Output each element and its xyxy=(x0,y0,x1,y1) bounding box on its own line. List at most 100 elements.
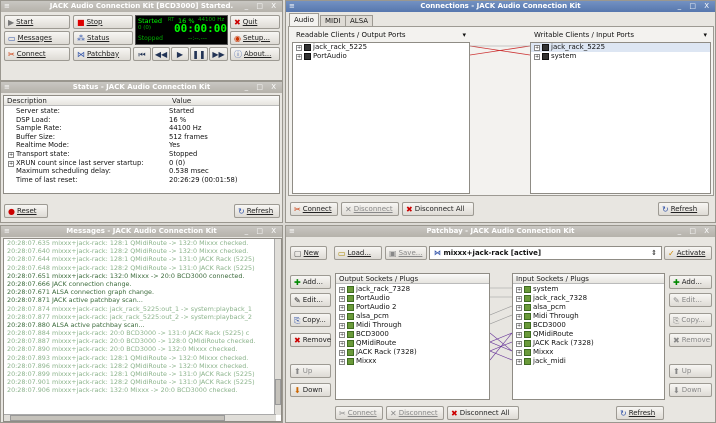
expand-icon[interactable]: + xyxy=(516,358,522,365)
expand-icon[interactable]: + xyxy=(516,304,522,311)
socket-item[interactable]: + JACK Rack (7328) xyxy=(339,348,489,357)
expand-icon[interactable]: + xyxy=(516,295,522,302)
output-sockets-header[interactable]: Output Sockets / Plugs xyxy=(336,274,489,284)
socket-item[interactable]: + Mixxx xyxy=(516,348,664,357)
socket-item[interactable]: + Mixxx xyxy=(339,357,489,366)
about-button[interactable]: ⓘ About... xyxy=(230,47,280,61)
status-row[interactable]: Sample Rate: 44100 Hz xyxy=(4,124,279,133)
in-up-button[interactable]: ⬆ Up xyxy=(669,364,712,378)
expand-icon[interactable]: + xyxy=(8,151,14,158)
pb-disconnect-all-button[interactable]: ✖ Disconnect All xyxy=(447,406,519,420)
window-controls[interactable]: _ □ X xyxy=(245,226,279,237)
socket-item[interactable]: + QMidiRoute xyxy=(339,339,489,348)
expand-icon[interactable]: + xyxy=(339,322,345,329)
status-row[interactable]: Maximum scheduling delay: 0.538 msec xyxy=(4,167,279,176)
conn-refresh-button[interactable]: ↻ Refresh xyxy=(658,202,709,216)
new-button[interactable]: ▢ New xyxy=(290,246,327,260)
socket-item[interactable]: + JACK Rack (7328) xyxy=(516,339,664,348)
status-refresh-button[interactable]: ↻ Refresh xyxy=(234,204,280,218)
status-row[interactable]: + Transport state: Stopped xyxy=(4,150,279,159)
pb-refresh-button[interactable]: ↻ Refresh xyxy=(616,406,664,420)
status-row[interactable]: Server state: Started xyxy=(4,107,279,116)
out-down-button[interactable]: ⬇ Down xyxy=(290,383,331,397)
connections-titlebar[interactable]: ≡ Connections - JACK Audio Connection Kit… xyxy=(286,1,715,12)
output-ports-list[interactable]: + jack_rack_5225 + PortAudio xyxy=(292,42,470,194)
socket-item[interactable]: + Midi Through xyxy=(339,321,489,330)
expand-icon[interactable]: + xyxy=(516,286,522,293)
window-menu-icon[interactable]: ≡ xyxy=(289,226,295,237)
socket-item[interactable]: + jack_rack_7328 xyxy=(516,294,664,303)
window-menu-icon[interactable]: ≡ xyxy=(4,82,10,93)
out-add-button[interactable]: ✚ Add... xyxy=(290,275,331,289)
status-titlebar[interactable]: ≡ Status - JACK Audio Connection Kit _ □ X xyxy=(1,82,282,93)
socket-item[interactable]: + PortAudio xyxy=(339,294,489,303)
tab-audio[interactable]: Audio xyxy=(289,13,319,26)
expand-icon[interactable]: + xyxy=(339,358,345,365)
pause-button[interactable]: ❚❚ xyxy=(190,47,208,61)
preset-combo[interactable]: ⋈ mixxx+jack-rack [active] ⇕ xyxy=(429,246,662,260)
output-client-item[interactable]: + jack_rack_5225 xyxy=(293,43,469,52)
load-button[interactable]: ▭ Load... xyxy=(334,246,382,260)
status-row[interactable]: + XRUN count since last server startup: 0 … xyxy=(4,159,279,168)
input-ports-list[interactable]: + jack_rack_5225 + system xyxy=(530,42,711,194)
status-row[interactable]: DSP Load: 16 % xyxy=(4,116,279,125)
socket-item[interactable]: + BCD3000 xyxy=(516,321,664,330)
expand-icon[interactable]: + xyxy=(516,322,522,329)
in-edit-button[interactable]: ✎ Edit... xyxy=(669,293,712,307)
readable-clients-combo[interactable]: Readable Clients / Output Ports ▾ xyxy=(292,29,470,41)
writable-clients-combo[interactable]: Writable Clients / Input Ports ▾ xyxy=(530,29,711,41)
input-client-item[interactable]: + jack_rack_5225 xyxy=(531,43,710,52)
socket-item[interactable]: + Midi Through xyxy=(516,312,664,321)
rewind-start-button[interactable]: ⏮ xyxy=(133,47,151,61)
rewind-button[interactable]: ◀◀ xyxy=(152,47,170,61)
out-edit-button[interactable]: ✎ Edit... xyxy=(290,293,331,307)
socket-item[interactable]: + PortAudio 2 xyxy=(339,303,489,312)
socket-item[interactable]: + BCD3000 xyxy=(339,330,489,339)
in-remove-button[interactable]: ✖ Remove xyxy=(669,333,712,347)
out-remove-button[interactable]: ✖ Remove xyxy=(290,333,331,347)
reset-button[interactable]: ● Reset xyxy=(4,204,48,218)
patchbay-button[interactable]: ⋈ Patchbay xyxy=(73,47,131,61)
status-button[interactable]: ⁂ Status xyxy=(73,31,133,45)
activate-button[interactable]: ✓ Activate xyxy=(664,246,712,260)
output-client-item[interactable]: + PortAudio xyxy=(293,52,469,61)
socket-item[interactable]: + jack_rack_7328 xyxy=(339,285,489,294)
status-row[interactable]: Buffer Size: 512 frames xyxy=(4,133,279,142)
window-controls[interactable]: _ □ X xyxy=(245,82,279,93)
messages-hscroll-thumb[interactable] xyxy=(10,415,225,421)
expand-icon[interactable]: + xyxy=(296,53,302,60)
window-menu-icon[interactable]: ≡ xyxy=(4,1,10,12)
patchbay-titlebar[interactable]: ≡ Patchbay - JACK Audio Connection Kit _ □… xyxy=(286,226,715,237)
expand-icon[interactable]: + xyxy=(339,313,345,320)
window-controls[interactable]: _ □ X xyxy=(678,1,712,12)
socket-item[interactable]: + alsa_pcm xyxy=(516,303,664,312)
window-controls[interactable]: _ □ X xyxy=(245,1,279,12)
expand-icon[interactable]: + xyxy=(534,53,540,60)
quit-button[interactable]: ✖ Quit xyxy=(230,15,280,29)
stop-button[interactable]: ■ Stop xyxy=(73,15,133,29)
expand-icon[interactable]: + xyxy=(339,349,345,356)
expand-icon[interactable]: + xyxy=(339,304,345,311)
status-row[interactable]: Realtime Mode: Yes xyxy=(4,141,279,150)
socket-item[interactable]: + jack_midi xyxy=(516,357,664,366)
status-display[interactable]: Started RT 16 % 44100 Hz 0 (0) 00:00:00 … xyxy=(135,15,228,45)
messages-vscrollbar[interactable] xyxy=(274,239,281,415)
in-copy-button[interactable]: ⎘ Copy... xyxy=(669,313,712,327)
expand-icon[interactable]: + xyxy=(534,44,540,51)
pb-connect-button[interactable]: ✂ Connect xyxy=(335,406,383,420)
play-button[interactable]: ▶ xyxy=(171,47,189,61)
expand-icon[interactable]: + xyxy=(296,44,302,51)
expand-icon[interactable]: + xyxy=(339,286,345,293)
start-button[interactable]: ▶ Start xyxy=(4,15,70,29)
messages-hscrollbar[interactable] xyxy=(4,414,276,421)
socket-item[interactable]: + QMidiRoute xyxy=(516,330,664,339)
expand-icon[interactable]: + xyxy=(516,340,522,347)
output-sockets-list[interactable]: Output Sockets / Plugs + jack_rack_7328 + P… xyxy=(335,273,490,400)
forward-button[interactable]: ▶▶ xyxy=(209,47,228,61)
socket-item[interactable]: + system xyxy=(516,285,664,294)
conn-connect-button[interactable]: ✂ Connect xyxy=(290,202,338,216)
messages-vscroll-thumb[interactable] xyxy=(275,379,281,405)
messages-log[interactable]: 20:28:07.635 mixxx+jack-rack: 128:1 QMid… xyxy=(3,238,282,422)
in-down-button[interactable]: ⬇ Down xyxy=(669,383,712,397)
conn-disconnect-all-button[interactable]: ✖ Disconnect All xyxy=(402,202,474,216)
